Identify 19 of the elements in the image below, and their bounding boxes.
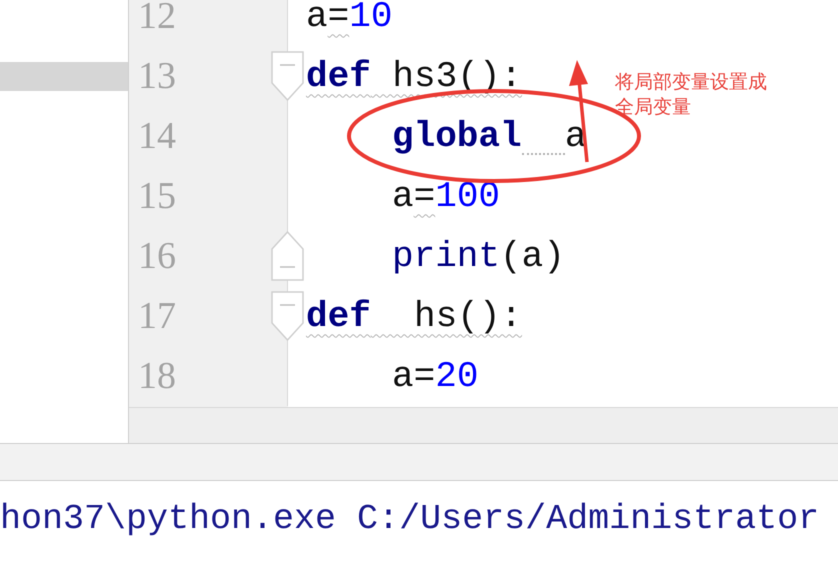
code-line: a=100 bbox=[392, 176, 500, 216]
annotation-note: 将局部变量设置成全局变量 bbox=[615, 70, 768, 120]
line-number: 12 bbox=[138, 0, 176, 38]
line-number: 17 bbox=[138, 294, 176, 338]
line-number: 15 bbox=[138, 174, 176, 218]
horizontal-scrollbar[interactable] bbox=[129, 407, 838, 443]
code-line: a=20 bbox=[392, 356, 478, 396]
code-line: def hs(): bbox=[306, 296, 522, 336]
line-number: 14 bbox=[138, 114, 176, 158]
console-output: hon37\python.exe C:/Users/Administrator bbox=[0, 499, 820, 539]
line-number: 13 bbox=[138, 54, 176, 98]
code-line: def hs3(): bbox=[306, 56, 522, 96]
line-number: 18 bbox=[138, 354, 176, 398]
fold-icon[interactable] bbox=[271, 231, 304, 281]
code-line: a=10 bbox=[306, 0, 392, 36]
fold-icon[interactable] bbox=[271, 291, 304, 341]
code-line: print(a) bbox=[392, 236, 565, 276]
line-number: 16 bbox=[138, 234, 176, 278]
fold-icon[interactable] bbox=[271, 51, 304, 101]
